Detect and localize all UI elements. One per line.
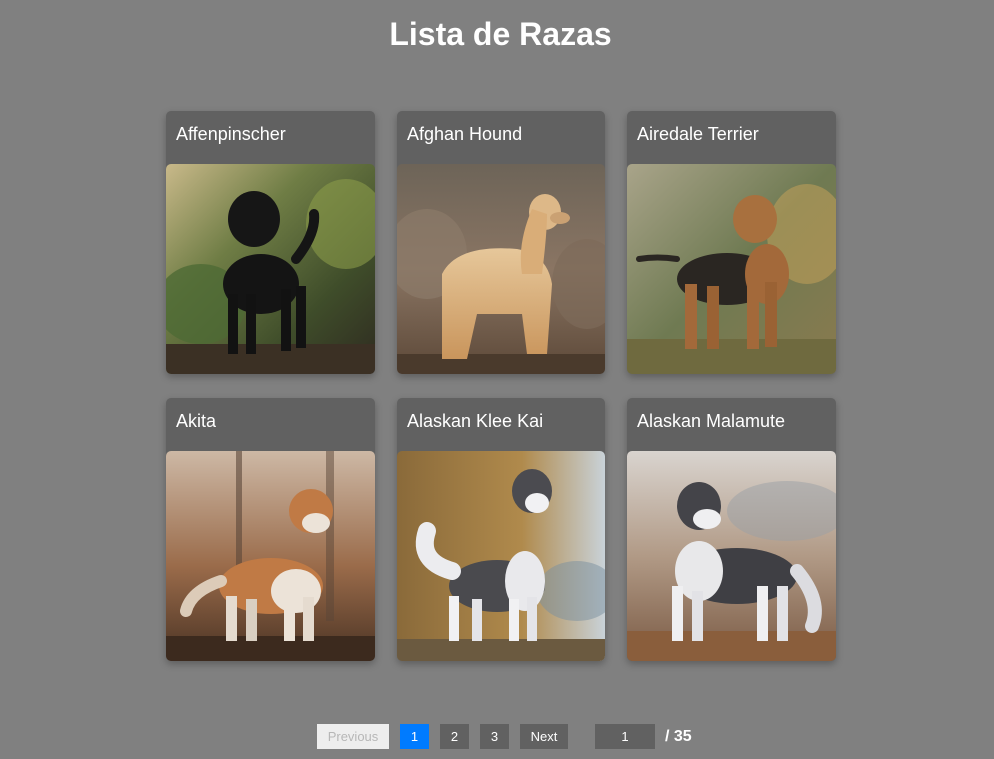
breed-photo-affenpinscher[interactable] [166,164,375,374]
breed-card-title: Akita [176,411,217,431]
breed-grid: Affenpinscher Afghan Hound Airedale Terr… [166,111,836,661]
breed-card-airedale-terrier[interactable]: Airedale Terrier [627,111,836,374]
page-button-1[interactable]: 1 [400,724,429,749]
total-pages-label: / 35 [665,728,692,745]
breed-card-title: Afghan Hound [407,124,523,144]
breed-photo-afghan-hound[interactable] [397,164,605,374]
page-title: Lista de Razas [389,16,612,52]
breed-photo-airedale-terrier[interactable] [627,164,836,374]
pagination: Previous 1 2 3 Next / 35 [317,724,692,749]
terrier-dog-photo-icon [627,164,836,374]
breed-card-title: Alaskan Klee Kai [407,411,544,431]
breed-photo-akita[interactable] [166,451,375,661]
breed-card-title: Alaskan Malamute [637,411,786,431]
breed-photo-alaskan-klee-kai[interactable] [397,451,605,661]
page-button-2[interactable]: 2 [440,724,469,749]
breed-card-title: Affenpinscher [176,124,286,144]
breed-card-alaskan-malamute[interactable]: Alaskan Malamute [627,398,836,661]
breed-card-title: Airedale Terrier [637,124,759,144]
previous-button[interactable]: Previous [317,724,389,749]
breed-card-afghan-hound[interactable]: Afghan Hound [397,111,605,374]
page-number-input[interactable] [595,724,655,749]
next-button[interactable]: Next [520,724,568,749]
breed-photo-alaskan-malamute[interactable] [627,451,836,661]
breed-card-akita[interactable]: Akita [166,398,375,661]
malamute-dog-photo-icon [627,451,836,661]
husky-like-dog-photo-icon [397,451,605,661]
page-button-3[interactable]: 3 [480,724,509,749]
long-haired-dog-photo-icon [397,164,605,374]
breed-card-affenpinscher[interactable]: Affenpinscher [166,111,375,374]
breed-card-alaskan-klee-kai[interactable]: Alaskan Klee Kai [397,398,605,661]
black-dog-photo-icon [166,164,375,374]
akita-dog-photo-icon [166,451,375,661]
